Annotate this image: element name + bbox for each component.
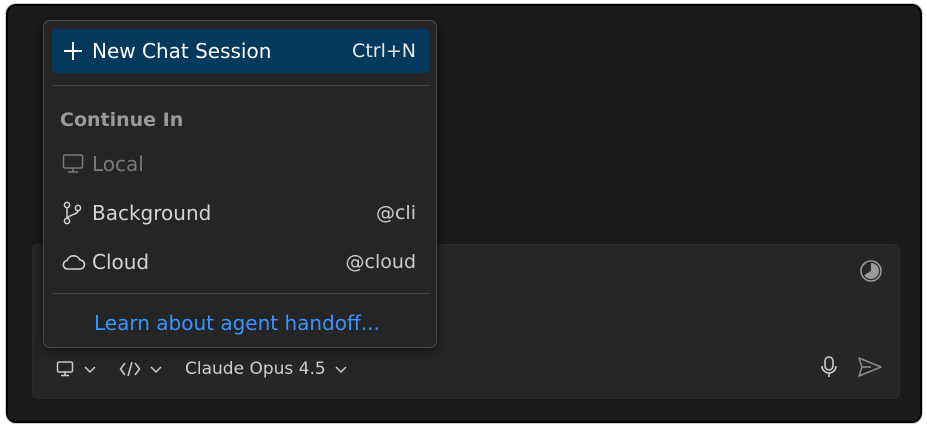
input-actions	[819, 354, 883, 384]
menu-item-label: Background	[92, 201, 212, 225]
menu-item-new-chat-session[interactable]: New Chat Session Ctrl+N	[52, 29, 430, 73]
git-branch-icon	[60, 200, 86, 226]
menu-item-label: Local	[92, 152, 144, 176]
menu-item-background[interactable]: Background @cli	[52, 191, 430, 235]
menu-separator	[52, 293, 430, 294]
microphone-icon[interactable]	[819, 355, 839, 383]
send-icon[interactable]	[857, 355, 883, 383]
learn-agent-handoff-link[interactable]: Learn about agent handoff...	[94, 311, 380, 335]
menu-item-cloud[interactable]: Cloud @cloud	[52, 240, 430, 284]
monitor-icon	[55, 359, 75, 379]
session-menu: New Chat Session Ctrl+N Continue In Loca…	[43, 20, 437, 348]
keyboard-shortcut: Ctrl+N	[352, 40, 416, 62]
chevron-down-icon	[149, 362, 163, 376]
chevron-down-icon	[334, 362, 348, 376]
menu-item-local: Local	[52, 142, 430, 186]
chevron-down-icon	[83, 362, 97, 376]
menu-separator	[52, 85, 430, 86]
menu-item-label: New Chat Session	[92, 39, 272, 63]
context-usage-icon[interactable]	[859, 259, 883, 283]
chat-toolbar: Claude Opus 4.5	[33, 354, 899, 384]
cloud-icon	[60, 249, 86, 275]
plus-icon	[60, 38, 86, 64]
code-icon	[119, 359, 141, 379]
menu-group-header: Continue In	[60, 109, 184, 131]
agent-mode-picker[interactable]	[119, 354, 163, 384]
chat-window: Claude Opus 4.5 New Chat Session Ctrl+N …	[6, 4, 922, 423]
session-target-picker[interactable]	[55, 354, 97, 384]
menu-item-label: Cloud	[92, 250, 150, 274]
monitor-icon	[60, 151, 86, 177]
model-picker[interactable]: Claude Opus 4.5	[185, 354, 348, 384]
menu-item-hint: @cloud	[345, 251, 416, 273]
menu-item-hint: @cli	[375, 202, 416, 224]
model-label: Claude Opus 4.5	[185, 359, 326, 379]
